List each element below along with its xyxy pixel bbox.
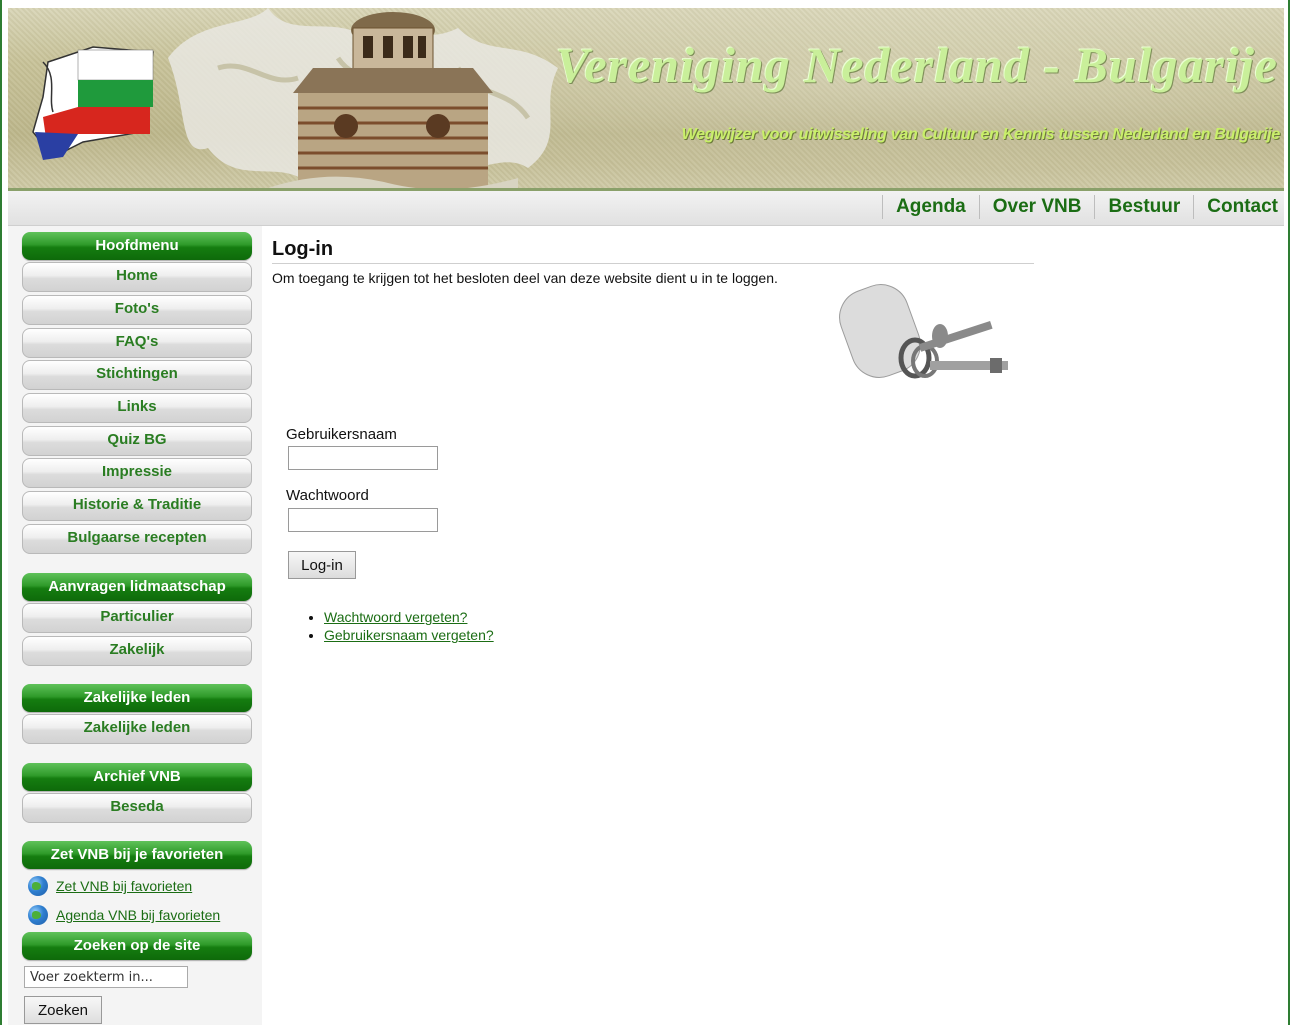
login-intro-text: Om toegang te krijgen tot het besloten d… [272,270,778,286]
fav-link-label[interactable]: Agenda VNB bij favorieten [56,907,220,923]
menu-header-zoeken: Zoeken op de site [22,932,252,960]
username-label: Gebruikersnaam [286,426,397,443]
sidebar-item-bulgaarse-recepten[interactable]: Bulgaarse recepten [22,524,252,554]
password-field[interactable] [288,508,438,532]
menu-header-zakelijke-leden: Zakelijke leden [22,684,252,712]
menu-header-favorieten: Zet VNB bij je favorieten [22,841,252,869]
forgot-username-link[interactable]: Gebruikersnaam vergeten? [324,627,494,643]
fav-link-agenda[interactable]: Agenda VNB bij favorieten [28,905,220,925]
sidebar-item-zakelijk[interactable]: Zakelijk [22,636,252,666]
sidebar-item-impressie[interactable]: Impressie [22,458,252,488]
menu-header-archief: Archief VNB [22,763,252,791]
sidebar-item-stichtingen[interactable]: Stichtingen [22,360,252,390]
sidebar-item-fotos[interactable]: Foto's [22,295,252,325]
topnav-item-bestuur[interactable]: Bestuur [1094,195,1193,219]
sidebar-item-faqs[interactable]: FAQ's [22,328,252,358]
keys-image [820,266,1016,406]
forgot-password-link[interactable]: Wachtwoord vergeten? [324,609,467,625]
list-item: Wachtwoord vergeten? [324,608,494,626]
topnav-item-agenda[interactable]: Agenda [882,195,979,219]
globe-icon [28,905,48,925]
fav-link-vnb[interactable]: Zet VNB bij favorieten [28,876,192,896]
site-title: Vereniging Nederland - Bulgarije [555,37,1278,93]
fav-link-label[interactable]: Zet VNB bij favorieten [56,878,192,894]
sidebar-item-zakelijke-leden[interactable]: Zakelijke leden [22,714,252,744]
top-navigation: Agenda Over VNB Bestuur Contact [8,191,1284,226]
sidebar-item-historie-traditie[interactable]: Historie & Traditie [22,491,252,521]
topnav-item-contact[interactable]: Contact [1193,195,1284,219]
main-content: Log-in Om toegang te krijgen tot het bes… [272,238,1034,643]
sidebar-item-links[interactable]: Links [22,393,252,423]
sidebar-item-quiz-bg[interactable]: Quiz BG [22,426,252,456]
menu-header-lidmaatschap: Aanvragen lidmaatschap [22,573,252,601]
password-label: Wachtwoord [286,487,369,504]
church-photo [268,12,518,188]
site-subtitle: Wegwijzer voor uitwisseling van Cultuur … [681,126,1281,143]
topnav-item-over-vnb[interactable]: Over VNB [978,195,1095,219]
menu-header-hoofdmenu: Hoofdmenu [22,232,252,260]
globe-icon [28,876,48,896]
sidebar-item-particulier[interactable]: Particulier [22,603,252,633]
username-field[interactable] [288,446,438,470]
list-item: Gebruikersnaam vergeten? [324,626,494,644]
page-title: Log-in [272,238,1034,264]
vnb-logo [32,46,154,160]
search-button[interactable]: Zoeken [24,996,102,1024]
search-input[interactable] [24,966,188,988]
sidebar-item-home[interactable]: Home [22,262,252,292]
sidebar: Hoofdmenu Home Foto's FAQ's Stichtingen … [8,226,262,1025]
site-banner: Vereniging Nederland - Bulgarije Wegwijz… [8,8,1284,191]
login-button[interactable]: Log-in [288,551,356,579]
sidebar-item-beseda[interactable]: Beseda [22,793,252,823]
login-help-links: Wachtwoord vergeten? Gebruikersnaam verg… [304,608,494,644]
